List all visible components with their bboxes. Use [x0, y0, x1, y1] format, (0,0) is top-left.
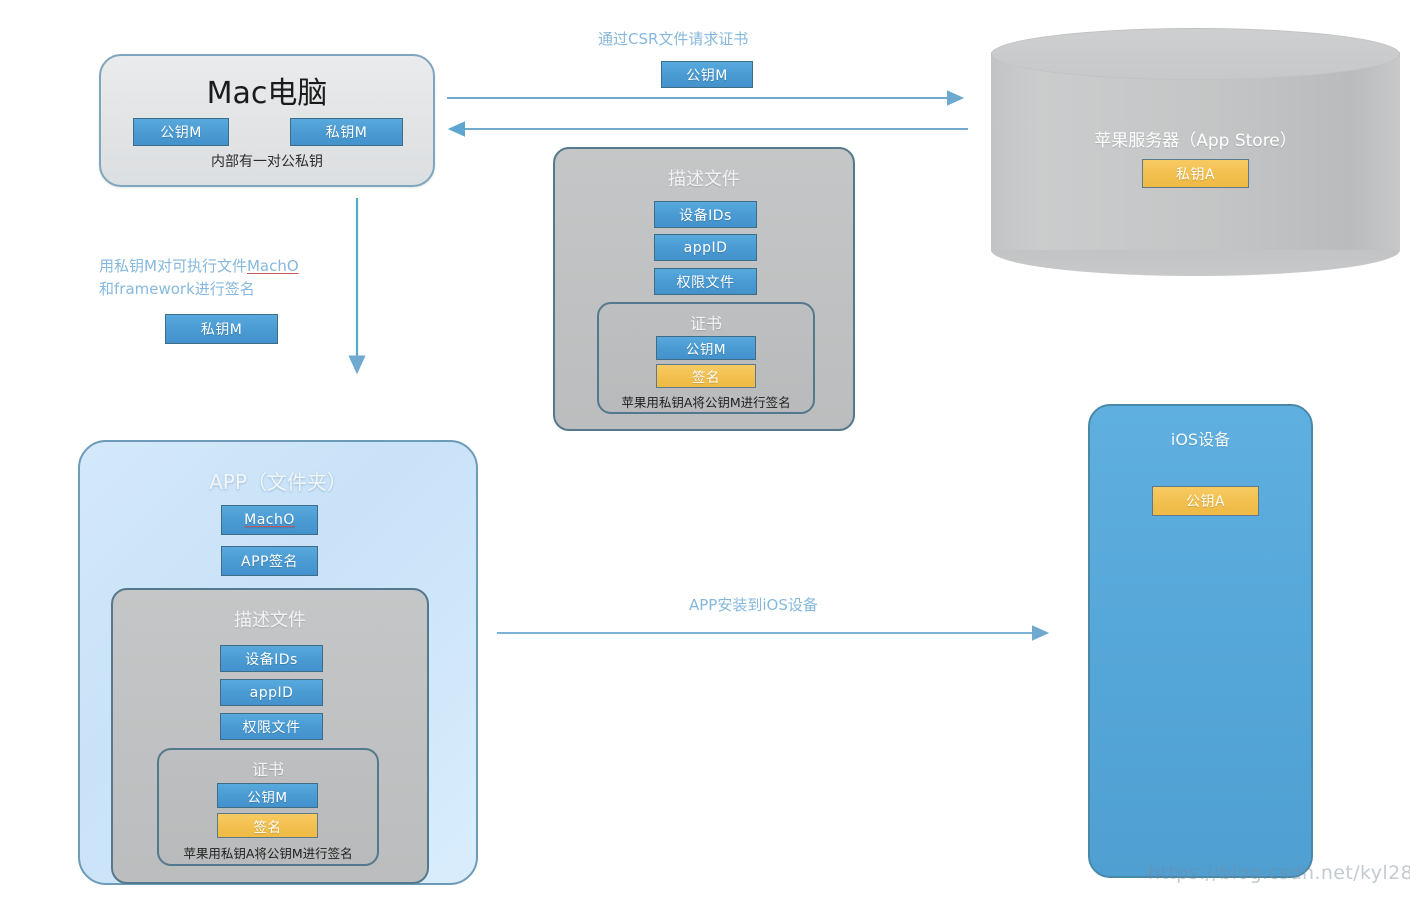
certificate-top-caption: 苹果用私钥A将公钥M进行签名 — [621, 395, 791, 410]
certificate-app-public-key: 公钥M — [217, 783, 318, 808]
mac-title: Mac电脑 — [206, 76, 328, 111]
mac-private-key-chip: 私钥M — [290, 118, 403, 146]
certificate-box-app: 证书 公钥M 签名 苹果用私钥A将公钥M进行签名 — [157, 748, 379, 866]
certificate-top-public-key: 公钥M — [656, 336, 756, 360]
install-flow-label: APP安装到iOS设备 — [689, 596, 818, 614]
profile-app-item-entitlements: 权限文件 — [220, 713, 323, 740]
app-item-macho: MachO — [221, 505, 318, 535]
mac-note: 内部有一对公私钥 — [211, 154, 323, 170]
profile-app-title: 描述文件 — [234, 610, 306, 631]
mac-public-key-chip: 公钥M — [133, 118, 229, 146]
profile-top-item-appid: appID — [654, 234, 757, 261]
profile-box-top: 描述文件 设备IDs appID 权限文件 证书 公钥M 签名 苹果用私钥A将公… — [553, 147, 855, 431]
certificate-top-signature: 签名 — [656, 364, 756, 388]
watermark: https://blog.csdn.net/kyl282889543 — [1148, 862, 1410, 884]
app-item-app-signature: APP签名 — [221, 546, 318, 576]
app-folder-title: APP（文件夹） — [209, 470, 347, 494]
app-folder-box: APP（文件夹） MachO APP签名 描述文件 设备IDs appID 权限… — [78, 440, 478, 885]
csr-public-key-chip: 公钥M — [661, 61, 753, 88]
sign-step-macho-term: MachO — [246, 257, 299, 275]
profile-top-title: 描述文件 — [668, 169, 740, 190]
certificate-top-title: 证书 — [689, 314, 722, 333]
certificate-app-caption: 苹果用私钥A将公钥M进行签名 — [183, 846, 353, 861]
cylinder-top — [991, 28, 1400, 80]
sign-step-private-key-chip: 私钥M — [165, 314, 278, 344]
certificate-app-title: 证书 — [251, 760, 284, 779]
ios-device-box: iOS设备 公钥A — [1088, 404, 1313, 878]
mac-computer-box: Mac电脑 公钥M 私钥M 内部有一对公私钥 — [99, 54, 435, 187]
certificate-app-signature: 签名 — [217, 813, 318, 838]
app-item-macho-label: MachO — [244, 512, 295, 528]
profile-top-item-device-ids: 设备IDs — [654, 201, 757, 228]
certificate-box-top: 证书 公钥M 签名 苹果用私钥A将公钥M进行签名 — [597, 302, 815, 414]
csr-flow-label: 通过CSR文件请求证书 — [598, 30, 749, 48]
apple-server-private-key-chip: 私钥A — [1142, 159, 1249, 188]
diagram-canvas: Mac电脑 公钥M 私钥M 内部有一对公私钥 通过CSR文件请求证书 公钥M 苹… — [0, 0, 1410, 898]
ios-device-title: iOS设备 — [1170, 430, 1231, 449]
sign-step-label: 用私钥M对可执行文件MachO 和framework进行签名 — [99, 255, 349, 300]
profile-app-item-device-ids: 设备IDs — [220, 645, 323, 672]
sign-step-line1-a: 用私钥M对可执行文件 — [99, 257, 247, 275]
profile-app-item-appid: appID — [220, 679, 323, 706]
profile-box-app: 描述文件 设备IDs appID 权限文件 证书 公钥M 签名 苹果用私钥A将公… — [111, 588, 429, 884]
ios-device-public-key-chip: 公钥A — [1152, 486, 1259, 516]
profile-top-item-entitlements: 权限文件 — [654, 268, 757, 295]
apple-server-cylinder: 苹果服务器（App Store） 私钥A — [991, 28, 1400, 276]
cylinder-body — [991, 52, 1400, 250]
apple-server-label: 苹果服务器（App Store） — [1094, 131, 1297, 151]
sign-step-line2: 和framework进行签名 — [99, 279, 255, 298]
